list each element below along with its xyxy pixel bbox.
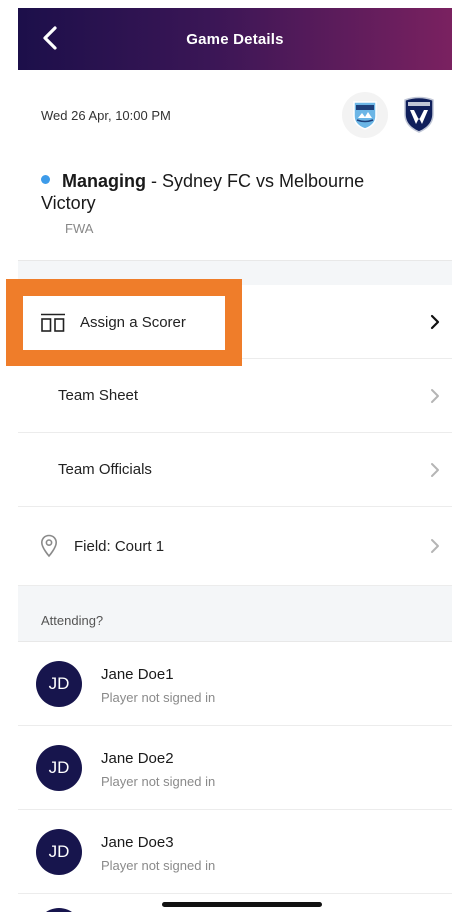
- team-officials-row[interactable]: Team Officials: [18, 433, 452, 507]
- team-sheet-row[interactable]: Team Sheet: [18, 359, 452, 433]
- match-title: Managing - Sydney FC vs Melbourne Victor…: [41, 170, 421, 214]
- assign-scorer-button[interactable]: Assign a Scorer: [23, 296, 225, 350]
- melbourne-victory-crest-icon: [396, 92, 442, 138]
- columns-icon: [41, 313, 65, 332]
- status-dot: [41, 175, 50, 184]
- location-pin-icon: [40, 534, 58, 558]
- player-status: Player not signed in: [101, 774, 216, 789]
- page-title: Game Details: [186, 30, 284, 48]
- list-item[interactable]: JD Jane Doe3 Player not signed in: [18, 810, 452, 894]
- avatar: JD: [36, 829, 82, 875]
- chevron-right-icon: [431, 539, 439, 553]
- player-status: Player not signed in: [101, 690, 216, 705]
- player-name: Jane Doe3: [101, 834, 174, 851]
- home-indicator[interactable]: [162, 902, 322, 907]
- chevron-right-icon: [431, 389, 439, 403]
- list-item[interactable]: JD Jane Doe1 Player not signed in: [18, 642, 452, 726]
- back-button[interactable]: [32, 20, 68, 56]
- avatar: JD: [36, 661, 82, 707]
- assign-scorer-label: Assign a Scorer: [80, 314, 186, 331]
- game-summary: Wed 26 Apr, 10:00 PM Managing - Sydney F…: [18, 70, 452, 260]
- field-row[interactable]: Field: Court 1: [18, 507, 452, 586]
- game-date: Wed 26 Apr, 10:00 PM: [41, 108, 171, 123]
- role-label: Managing: [62, 171, 146, 191]
- team-officials-label: Team Officials: [58, 461, 152, 478]
- attending-title: Attending?: [41, 613, 104, 628]
- chevron-right-icon: [430, 314, 440, 330]
- field-label: Field: Court 1: [74, 537, 165, 555]
- top-bar: Game Details: [18, 8, 452, 70]
- title-separator: -: [146, 171, 162, 191]
- attending-header: Attending?: [18, 586, 452, 642]
- player-name: Jane Doe1: [101, 666, 174, 683]
- player-status: Player not signed in: [101, 858, 216, 873]
- list-item[interactable]: JD Jane Doe2 Player not signed in: [18, 726, 452, 810]
- chevron-right-icon: [431, 463, 439, 477]
- team-sheet-label: Team Sheet: [58, 387, 139, 404]
- player-name: Jane Doe2: [101, 750, 174, 767]
- sydney-fc-crest-icon: [342, 92, 388, 138]
- chevron-left-icon: [43, 26, 57, 50]
- competition-label: FWA: [65, 221, 94, 236]
- avatar: JD: [36, 745, 82, 791]
- game-details-screen: Game Details Wed 26 Apr, 10:00 PM Managi…: [0, 0, 452, 912]
- avatar: [36, 908, 82, 912]
